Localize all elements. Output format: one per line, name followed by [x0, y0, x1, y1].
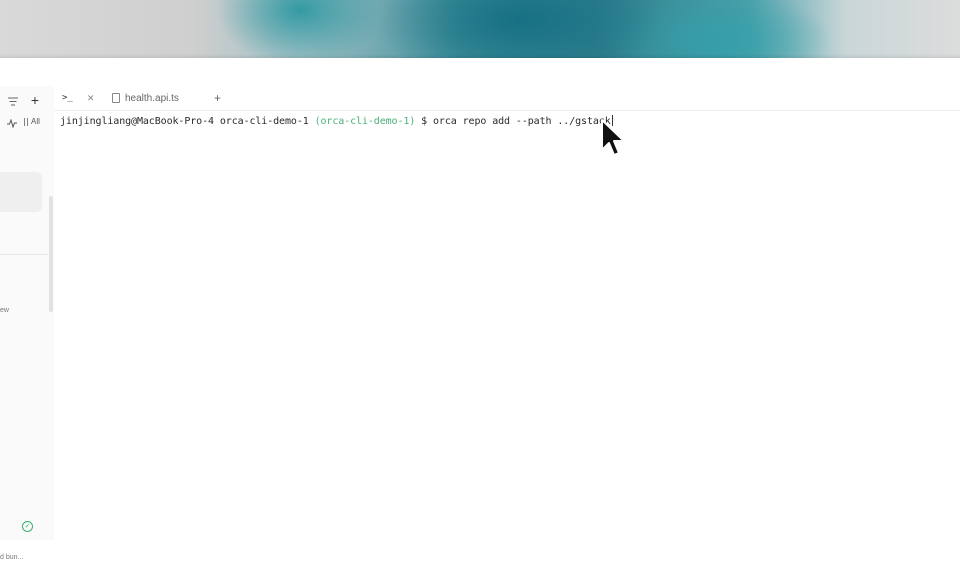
sidebar-section-hint: ew — [0, 307, 9, 314]
tab-terminal[interactable]: >_ ✕ — [62, 86, 108, 110]
add-icon[interactable]: + — [28, 92, 42, 108]
sidebar: + All ew ✓ d bun... — [0, 86, 55, 561]
activity-icon[interactable] — [6, 117, 18, 129]
app-window: + All ew ✓ d bun... >_ ✕ health.api.ts +… — [0, 58, 960, 561]
prompt-user: jinjingliang@MacBook-Pro-4 orca-cli-demo… — [60, 116, 315, 127]
terminal-pane[interactable]: jinjingliang@MacBook-Pro-4 orca-cli-demo… — [54, 111, 960, 540]
tab-bar: >_ ✕ health.api.ts + — [54, 86, 960, 111]
mouse-pointer-icon — [601, 119, 625, 156]
tab-health-api[interactable]: health.api.ts — [110, 86, 179, 110]
sidebar-status-text: d bun... — [0, 554, 24, 561]
terminal-prompt-line: jinjingliang@MacBook-Pro-4 orca-cli-demo… — [60, 115, 613, 127]
desktop-wallpaper — [0, 0, 960, 58]
file-icon — [112, 93, 120, 103]
sidebar-scrollbar[interactable] — [49, 196, 53, 312]
window-titlebar — [0, 58, 960, 87]
prompt-env: (orca-cli-demo-1) — [314, 116, 416, 127]
tab-label: health.api.ts — [125, 92, 179, 104]
check-circle-icon: ✓ — [22, 521, 33, 532]
sort-icon — [24, 117, 28, 126]
sidebar-divider — [0, 254, 48, 255]
sidebar-selected-item[interactable] — [0, 172, 42, 212]
terminal-icon: >_ — [62, 93, 73, 103]
close-icon[interactable]: ✕ — [87, 93, 95, 104]
filter-all-button[interactable]: All — [23, 117, 40, 126]
prompt-symbol: $ — [415, 116, 434, 127]
filter-all-label: All — [31, 117, 40, 126]
new-tab-button[interactable]: + — [214, 86, 221, 110]
terminal-command: orca repo add --path ../gstack — [433, 116, 611, 127]
filter-icon[interactable] — [6, 94, 20, 108]
